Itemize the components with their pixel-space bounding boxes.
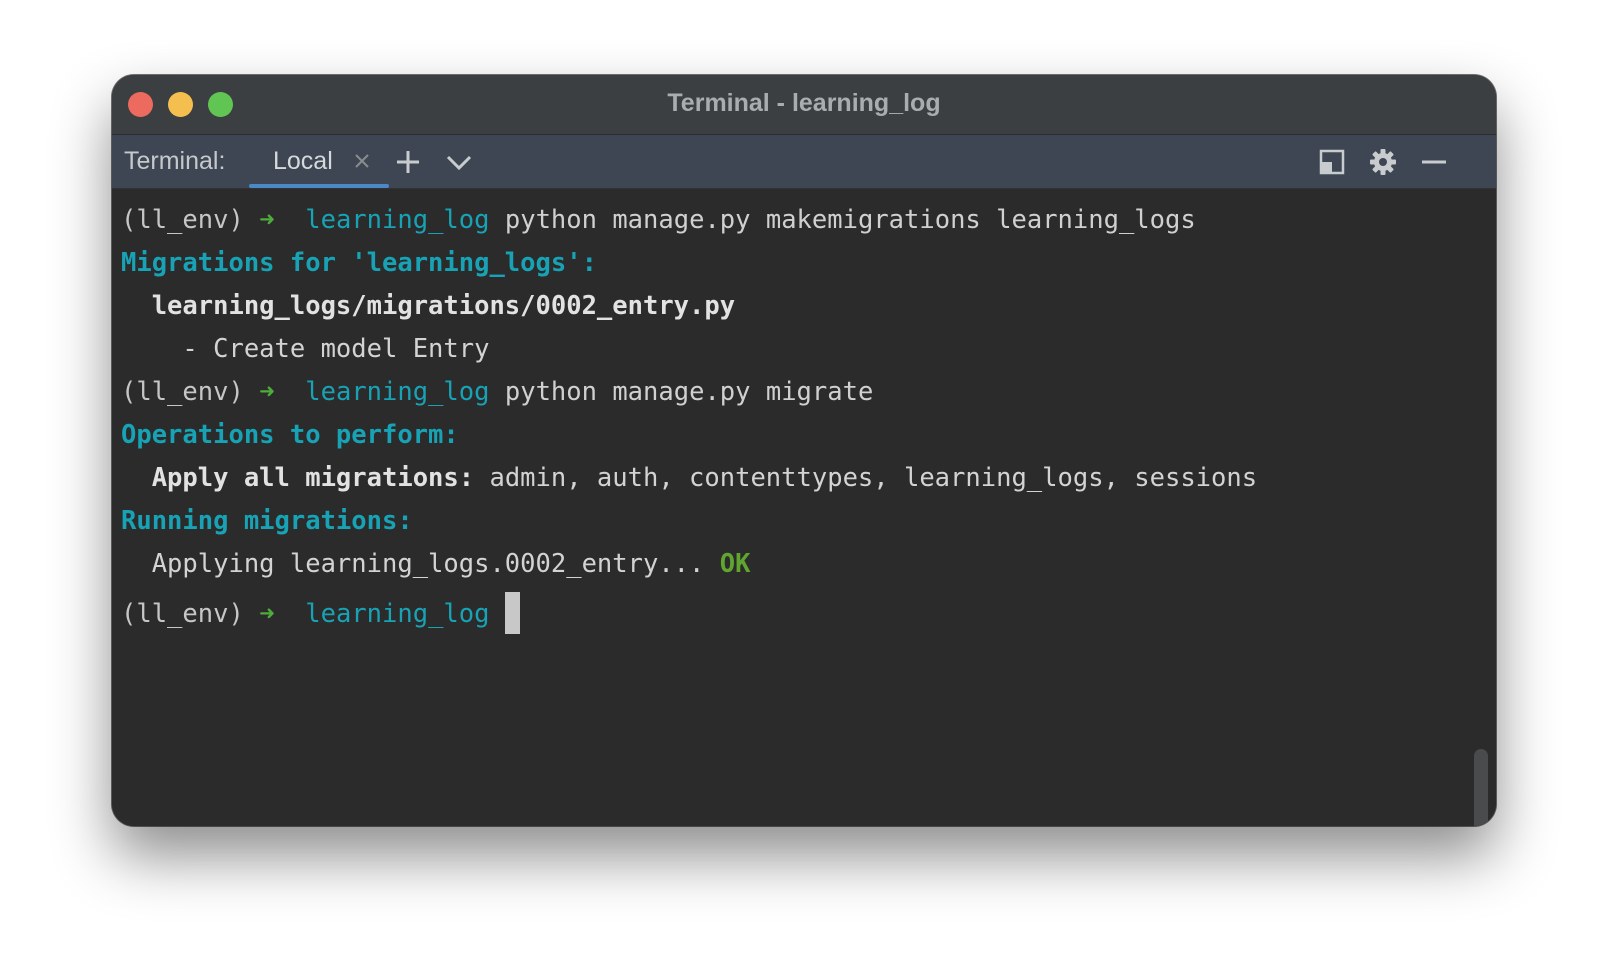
- output-line: learning_logs/migrations/0002_entry.py: [121, 291, 736, 321]
- terminal-label: Terminal:: [124, 147, 226, 175]
- chevron-down-icon[interactable]: [445, 148, 473, 176]
- layout-icon[interactable]: [1318, 148, 1346, 176]
- prompt-line: (ll_env) ➜ learning_log python manage.py…: [121, 205, 1196, 235]
- output-line: Operations to perform:: [121, 420, 459, 450]
- title-bar: Terminal - learning_log: [112, 75, 1496, 135]
- plus-icon[interactable]: [394, 148, 422, 176]
- minimize-icon[interactable]: [1420, 148, 1448, 176]
- directory-label: learning_log: [305, 377, 490, 407]
- prompt-arrow-icon: ➜: [259, 205, 275, 235]
- env-label: (ll_env): [121, 377, 244, 407]
- terminal-window: Terminal - learning_log Terminal: Local: [112, 75, 1496, 826]
- output-text: Applying learning_logs.0002_entry...: [121, 549, 720, 579]
- active-tab-indicator: [249, 184, 389, 188]
- ok-status: OK: [719, 549, 751, 579]
- prompt-line: (ll_env) ➜ learning_log python manage.py…: [121, 377, 873, 407]
- output-line: Apply all migrations: admin, auth, conte…: [121, 463, 1257, 493]
- output-line: Applying learning_logs.0002_entry... OK: [121, 549, 751, 579]
- tab-label: Local: [273, 147, 333, 175]
- output-line: Migrations for 'learning_logs':: [121, 248, 597, 278]
- gear-icon[interactable]: [1369, 148, 1397, 176]
- text-cursor[interactable]: [504, 592, 520, 634]
- output-line: Running migrations:: [121, 506, 413, 536]
- vertical-scrollbar[interactable]: [1474, 749, 1488, 826]
- terminal-output[interactable]: (ll_env) ➜ learning_log python manage.py…: [112, 189, 1496, 826]
- directory-label: learning_log: [305, 599, 490, 629]
- terminal-toolbar: Terminal: Local: [112, 135, 1496, 189]
- directory-label: learning_log: [305, 205, 490, 235]
- tab-local[interactable]: Local: [249, 135, 389, 188]
- env-label: (ll_env): [121, 599, 244, 629]
- command-text: python manage.py makemigrations learning…: [504, 205, 1196, 235]
- prompt-line: (ll_env) ➜ learning_log: [121, 592, 520, 634]
- command-text: python manage.py migrate: [504, 377, 874, 407]
- output-line: - Create model Entry: [121, 334, 490, 364]
- prompt-arrow-icon: ➜: [259, 599, 275, 629]
- prompt-arrow-icon: ➜: [259, 377, 275, 407]
- output-text: admin, auth, contenttypes, learning_logs…: [474, 463, 1258, 493]
- close-icon[interactable]: [353, 152, 371, 170]
- output-bold-text: Apply all migrations:: [121, 463, 475, 493]
- window-title: Terminal - learning_log: [667, 89, 941, 117]
- env-label: (ll_env): [121, 205, 244, 235]
